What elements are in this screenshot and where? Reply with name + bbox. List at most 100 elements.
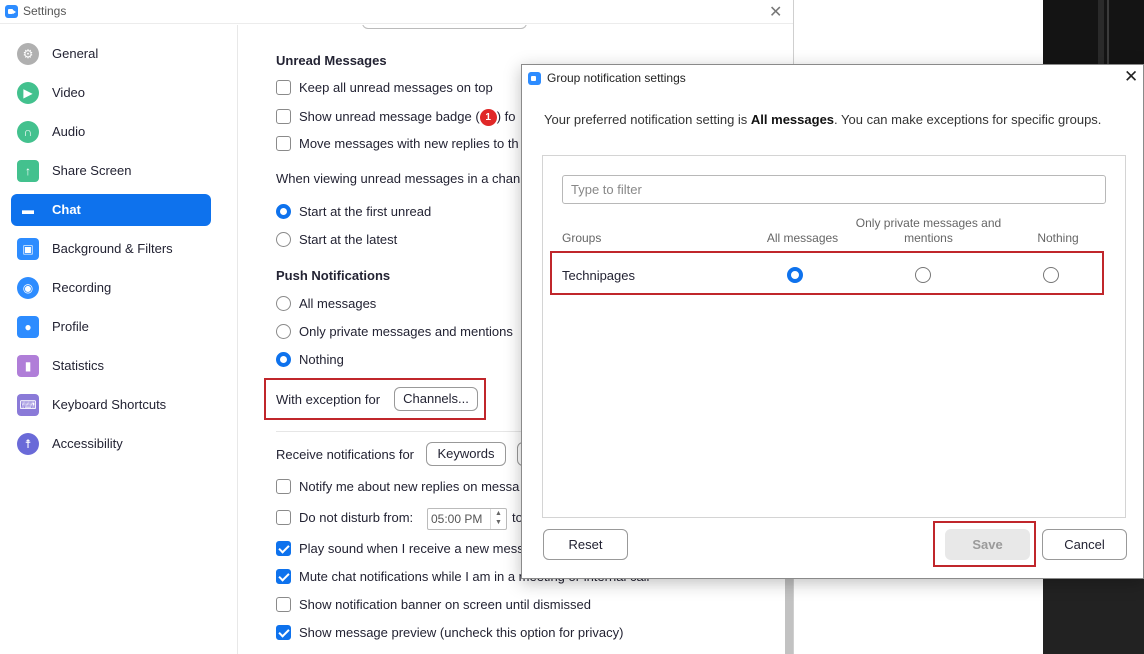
checkbox[interactable]	[276, 109, 291, 124]
dnd-start-time-input[interactable]: 05:00 PM ▲ ▼	[427, 508, 507, 530]
window-title: Settings	[23, 4, 67, 18]
checkbox[interactable]	[276, 569, 291, 584]
sidebar-item-accessibility[interactable]: ☨ Accessibility	[11, 428, 211, 460]
column-header-private-mentions: Only private messages and mentions	[855, 216, 1002, 245]
pref-prefix: Your preferred notification setting is	[544, 112, 751, 127]
group-notification-dialog: Group notification settings ✕ Your prefe…	[521, 64, 1144, 579]
sidebar-item-share-screen[interactable]: ↑ Share Screen	[11, 155, 211, 187]
checkbox-label: Notify me about new replies on messa	[299, 479, 520, 494]
notify-replies-checkbox[interactable]: Notify me about new replies on messa	[276, 477, 520, 497]
badge-text-pre: Show unread message badge (	[299, 109, 480, 124]
sidebar-item-profile[interactable]: ● Profile	[11, 311, 211, 343]
title-bar: Settings ✕	[0, 0, 793, 24]
badge-text-post: ) fo	[496, 109, 516, 124]
exception-label: With exception for	[276, 392, 381, 407]
unread-badge-checkbox[interactable]: Show unread message badge (1) fo	[276, 107, 526, 127]
radio[interactable]	[276, 296, 291, 311]
sidebar-item-label: Background & Filters	[52, 241, 173, 256]
radio[interactable]	[276, 324, 291, 339]
column-header-nothing: Nothing	[1037, 231, 1079, 245]
zoom-app-icon	[5, 5, 18, 18]
radio-label: Only private messages and mentions	[299, 324, 513, 339]
group-private-mentions-radio[interactable]	[915, 267, 931, 283]
checkbox-label: Play sound when I receive a new messa	[299, 541, 531, 556]
keyboard-icon: ⌨	[17, 394, 39, 416]
when-viewing-label: When viewing unread messages in a chann	[276, 171, 528, 186]
group-all-messages-radio[interactable]	[787, 267, 803, 283]
checkbox-label: Move messages with new replies to th	[299, 136, 519, 151]
time-spinner[interactable]: ▲ ▼	[490, 509, 506, 529]
close-icon[interactable]: ✕	[769, 2, 782, 22]
sidebar-item-recording[interactable]: ◉ Recording	[11, 272, 211, 304]
checkbox-label: Show unread message badge (1) fo	[299, 109, 515, 126]
profile-icon: ●	[17, 316, 39, 338]
radio[interactable]	[276, 232, 291, 247]
sidebar-item-label: Audio	[52, 124, 86, 139]
sidebar-item-label: Video	[52, 85, 86, 100]
background-block	[1043, 577, 1144, 654]
recording-icon: ◉	[17, 277, 39, 299]
zoom-app-icon	[528, 72, 541, 85]
channels-button[interactable]: Channels...	[394, 387, 478, 411]
checkbox[interactable]	[276, 541, 291, 556]
push-nothing-radio[interactable]: Nothing	[276, 350, 476, 370]
sidebar-item-label: Statistics	[52, 358, 105, 373]
gear-icon: ⚙	[17, 43, 39, 65]
cancel-button[interactable]: Cancel	[1042, 529, 1127, 560]
checkbox[interactable]	[276, 479, 291, 494]
sidebar-item-label: Profile	[52, 319, 89, 334]
sidebar-item-chat[interactable]: ▬ Chat	[11, 194, 211, 226]
keywords-button[interactable]: Keywords	[426, 442, 506, 466]
group-nothing-radio[interactable]	[1043, 267, 1059, 283]
sidebar-item-statistics[interactable]: ▮ Statistics	[11, 350, 211, 382]
push-notifications-heading: Push Notifications	[276, 268, 391, 283]
sidebar-item-label: Chat	[52, 202, 81, 217]
checkbox[interactable]	[276, 625, 291, 640]
radio-label: Start at the latest	[299, 232, 398, 247]
checkbox[interactable]	[276, 136, 291, 151]
reset-button[interactable]: Reset	[543, 529, 628, 560]
start-latest-radio[interactable]: Start at the latest	[276, 230, 476, 250]
sidebar-item-video[interactable]: ▶ Video	[11, 77, 211, 109]
push-private-radio[interactable]: Only private messages and mentions	[276, 322, 520, 342]
push-all-radio[interactable]: All messages	[276, 294, 476, 314]
sidebar-item-keyboard-shortcuts[interactable]: ⌨ Keyboard Shortcuts	[11, 389, 211, 421]
show-banner-checkbox[interactable]: Show notification banner on screen until…	[276, 595, 616, 615]
sidebar-item-general[interactable]: ⚙ General	[11, 38, 211, 70]
scrollbar-thumb[interactable]	[785, 579, 793, 654]
move-messages-checkbox[interactable]: Move messages with new replies to th	[276, 134, 526, 154]
filter-input[interactable]	[562, 175, 1106, 204]
column-header-all-messages: All messages	[766, 231, 839, 245]
sidebar-item-label: Recording	[52, 280, 112, 295]
save-button[interactable]: Save	[945, 529, 1030, 560]
play-sound-checkbox[interactable]: Play sound when I receive a new messa	[276, 539, 531, 559]
checkbox[interactable]	[276, 510, 291, 525]
preference-text: Your preferred notification setting is A…	[544, 112, 1101, 127]
headphones-icon: ∩	[17, 121, 39, 143]
dialog-title: Group notification settings	[547, 71, 686, 85]
group-name: Technipages	[562, 268, 635, 283]
video-icon: ▶	[17, 82, 39, 104]
receive-notifications-label: Receive notifications for	[276, 447, 415, 462]
sidebar-item-audio[interactable]: ∩ Audio	[11, 116, 211, 148]
sidebar-item-label: Share Screen	[52, 163, 132, 178]
radio[interactable]	[276, 352, 291, 367]
checkbox[interactable]	[276, 597, 291, 612]
radio[interactable]	[276, 204, 291, 219]
start-first-unread-radio[interactable]: Start at the first unread	[276, 202, 476, 222]
close-icon[interactable]: ✕	[1124, 67, 1138, 87]
checkbox-label: Do not disturb from:	[299, 510, 414, 525]
accessibility-icon: ☨	[17, 433, 39, 455]
sidebar-item-label: General	[52, 46, 99, 61]
sidebar-item-background-filters[interactable]: ▣ Background & Filters	[11, 233, 211, 265]
sidebar: ⚙ General ▶ Video ∩ Audio ↑ Share Screen…	[0, 25, 238, 654]
chat-icon: ▬	[22, 203, 34, 217]
radio-label: Nothing	[299, 352, 344, 367]
checkbox[interactable]	[276, 80, 291, 95]
sidebar-item-label: Keyboard Shortcuts	[52, 397, 167, 412]
show-preview-checkbox[interactable]: Show message preview (uncheck this optio…	[276, 623, 636, 643]
truncated-button[interactable]	[362, 25, 527, 29]
time-value: 05:00 PM	[431, 512, 483, 526]
background-icon: ▣	[17, 238, 39, 260]
radio-label: All messages	[299, 296, 377, 311]
